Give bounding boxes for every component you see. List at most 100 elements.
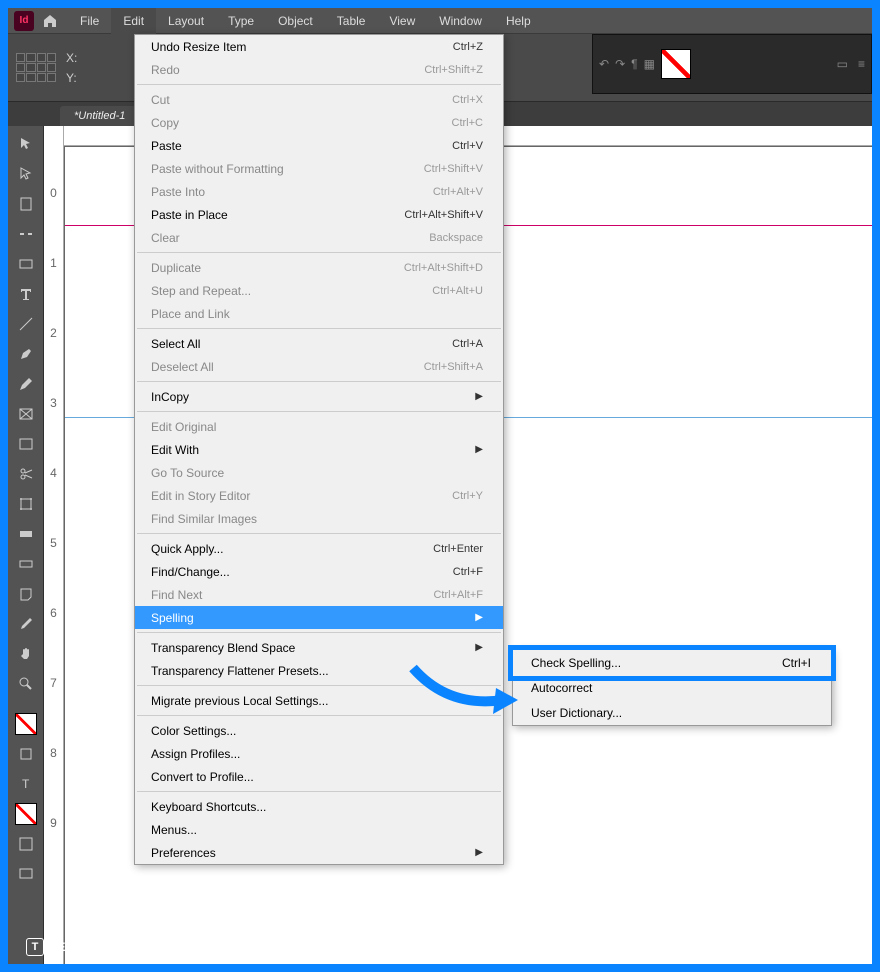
text-swatch-icon[interactable]: T: [8, 770, 43, 798]
menu-item-label: Edit Original: [151, 420, 216, 434]
eyedropper-tool-icon[interactable]: [8, 610, 43, 638]
selection-tool-icon[interactable]: [8, 130, 43, 158]
tools-panel: T: [8, 126, 44, 964]
panel-swatch[interactable]: [661, 49, 691, 79]
menu-item-color-settings[interactable]: Color Settings...: [135, 719, 503, 742]
svg-text:T: T: [22, 777, 30, 791]
menu-item-label: Paste Into: [151, 185, 205, 199]
container-swatch-icon[interactable]: [8, 740, 43, 768]
document-tab[interactable]: *Untitled-1: [60, 106, 139, 126]
edit-menu-dropdown: Undo Resize ItemCtrl+ZRedoCtrl+Shift+ZCu…: [134, 34, 504, 865]
submenu-item-user-dictionary[interactable]: User Dictionary...: [513, 700, 831, 725]
menu-item-label: Migrate previous Local Settings...: [151, 694, 328, 708]
menu-item-label: Keyboard Shortcuts...: [151, 800, 266, 814]
y-label: Y:: [66, 71, 77, 85]
menu-item-edit-in-story-editor: Edit in Story EditorCtrl+Y: [135, 484, 503, 507]
menu-separator: [137, 411, 501, 412]
menu-layout[interactable]: Layout: [156, 8, 216, 34]
note-tool-icon[interactable]: [8, 580, 43, 608]
home-icon[interactable]: [42, 13, 58, 29]
menu-item-label: Find Next: [151, 588, 202, 602]
gradient-swatch-tool-icon[interactable]: [8, 520, 43, 548]
submenu-item-check-spelling[interactable]: Check Spelling... Ctrl+I: [513, 650, 831, 675]
ruler-tick: 8: [44, 746, 63, 760]
menu-item-paste-without-formatting: Paste without FormattingCtrl+Shift+V: [135, 157, 503, 180]
line-tool-icon[interactable]: [8, 310, 43, 338]
submenu-arrow-icon: ▶: [475, 612, 483, 623]
gradient-feather-tool-icon[interactable]: [8, 550, 43, 578]
reference-point-grid[interactable]: [16, 53, 56, 83]
scissors-tool-icon[interactable]: [8, 460, 43, 488]
panel-menu-icon[interactable]: ≡: [858, 57, 865, 71]
direct-selection-tool-icon[interactable]: [8, 160, 43, 188]
menu-item-keyboard-shortcuts[interactable]: Keyboard Shortcuts...: [135, 795, 503, 818]
menu-item-find-similar-images: Find Similar Images: [135, 507, 503, 530]
menu-edit[interactable]: Edit: [111, 8, 156, 34]
pencil-tool-icon[interactable]: [8, 370, 43, 398]
menu-item-select-all[interactable]: Select AllCtrl+A: [135, 332, 503, 355]
menu-help[interactable]: Help: [494, 8, 543, 34]
apply-none-swatch[interactable]: [8, 800, 43, 828]
submenu-arrow-icon: ▶: [475, 642, 483, 653]
menu-view[interactable]: View: [377, 8, 427, 34]
ruler-tick: 6: [44, 606, 63, 620]
menu-item-find-change[interactable]: Find/Change...Ctrl+F: [135, 560, 503, 583]
fill-stroke-swatch[interactable]: [8, 710, 43, 738]
menu-object[interactable]: Object: [266, 8, 325, 34]
menu-type[interactable]: Type: [216, 8, 266, 34]
menu-item-quick-apply[interactable]: Quick Apply...Ctrl+Enter: [135, 537, 503, 560]
align-icon[interactable]: ▦: [644, 57, 655, 71]
rectangle-tool-icon[interactable]: [8, 430, 43, 458]
redo-icon[interactable]: ↷: [615, 57, 625, 71]
view-mode-icon[interactable]: [8, 830, 43, 858]
menu-item-menus[interactable]: Menus...: [135, 818, 503, 841]
menu-item-find-next: Find NextCtrl+Alt+F: [135, 583, 503, 606]
menu-separator: [137, 328, 501, 329]
menu-item-shortcut: Ctrl+X: [452, 94, 483, 106]
menu-item-paste-in-place[interactable]: Paste in PlaceCtrl+Alt+Shift+V: [135, 203, 503, 226]
watermark: T TEMPLATE.NET: [26, 938, 141, 956]
menu-item-transparency-blend-space[interactable]: Transparency Blend Space▶: [135, 636, 503, 659]
screen-mode-icon[interactable]: [8, 860, 43, 888]
pen-tool-icon[interactable]: [8, 340, 43, 368]
zoom-tool-icon[interactable]: [8, 670, 43, 698]
page-tool-icon[interactable]: [8, 190, 43, 218]
menu-item-step-and-repeat: Step and Repeat...Ctrl+Alt+U: [135, 279, 503, 302]
menu-item-label: Place and Link: [151, 307, 230, 321]
hand-tool-icon[interactable]: [8, 640, 43, 668]
menu-table[interactable]: Table: [325, 8, 378, 34]
menu-item-edit-with[interactable]: Edit With▶: [135, 438, 503, 461]
panel-icon[interactable]: ▭: [837, 57, 848, 71]
control-panel-right: ↶ ↷ ¶ ▦ ▭ ≡: [592, 34, 872, 94]
menu-item-label: Spelling: [151, 611, 194, 625]
menu-item-transparency-flattener-presets[interactable]: Transparency Flattener Presets...: [135, 659, 503, 682]
menu-window[interactable]: Window: [427, 8, 494, 34]
ruler-tick: 3: [44, 396, 63, 410]
ruler-tick: 7: [44, 676, 63, 690]
menu-item-undo-resize-item[interactable]: Undo Resize ItemCtrl+Z: [135, 35, 503, 58]
menu-item-edit-original: Edit Original: [135, 415, 503, 438]
undo-icon[interactable]: ↶: [599, 57, 609, 71]
menu-file[interactable]: File: [68, 8, 111, 34]
menu-item-convert-to-profile[interactable]: Convert to Profile...: [135, 765, 503, 788]
submenu-item-shortcut: Ctrl+I: [782, 656, 811, 670]
submenu-arrow-icon: ▶: [475, 847, 483, 858]
menu-item-label: Transparency Flattener Presets...: [151, 664, 329, 678]
type-tool-icon[interactable]: [8, 280, 43, 308]
free-transform-tool-icon[interactable]: [8, 490, 43, 518]
gap-tool-icon[interactable]: [8, 220, 43, 248]
rectangle-frame-tool-icon[interactable]: [8, 400, 43, 428]
menu-separator: [137, 791, 501, 792]
menu-item-preferences[interactable]: Preferences▶: [135, 841, 503, 864]
menu-item-label: Find/Change...: [151, 565, 230, 579]
content-collector-tool-icon[interactable]: [8, 250, 43, 278]
menu-item-incopy[interactable]: InCopy▶: [135, 385, 503, 408]
submenu-item-label: Check Spelling...: [531, 656, 621, 670]
menu-item-spelling[interactable]: Spelling ▶: [135, 606, 503, 629]
menu-item-migrate-previous-local-settings[interactable]: Migrate previous Local Settings...: [135, 689, 503, 712]
submenu-arrow-icon: ▶: [475, 444, 483, 455]
menu-item-shortcut: Ctrl+Shift+A: [424, 361, 483, 373]
menu-item-assign-profiles[interactable]: Assign Profiles...: [135, 742, 503, 765]
submenu-item-autocorrect[interactable]: Autocorrect: [513, 675, 831, 700]
menu-item-paste[interactable]: PasteCtrl+V: [135, 134, 503, 157]
